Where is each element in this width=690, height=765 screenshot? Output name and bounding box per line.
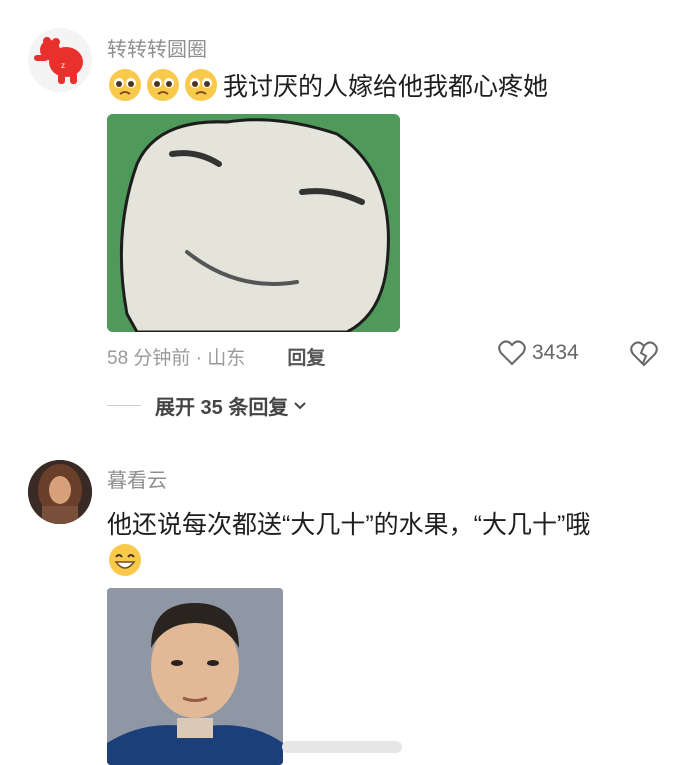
- pleading-face-icon: [109, 69, 141, 101]
- comment-text-content: 我讨厌的人嫁给他我都心疼她: [223, 73, 549, 101]
- avatar[interactable]: z: [28, 28, 92, 92]
- girl-avatar-icon: [28, 460, 92, 524]
- avatar[interactable]: [28, 460, 92, 524]
- time-location: 58 分钟前 · 山东: [107, 348, 246, 369]
- username[interactable]: 暮看云: [107, 464, 167, 493]
- reply-button[interactable]: 回复: [287, 343, 325, 370]
- comment-meta: 58 分钟前 · 山东 回复: [107, 343, 325, 370]
- chevron-down-icon: [294, 401, 307, 409]
- watermark-icon: [282, 741, 402, 753]
- portrait-photo: [107, 588, 283, 765]
- photo-image[interactable]: [107, 588, 283, 765]
- meme-image[interactable]: [107, 114, 400, 332]
- dislike-button[interactable]: [630, 341, 658, 372]
- divider-line: [107, 405, 141, 406]
- comment-text: 我讨厌的人嫁给他我都心疼她: [107, 67, 548, 103]
- red-bear-avatar-icon: z: [28, 28, 92, 92]
- emoji-line: [107, 542, 143, 583]
- username[interactable]: 转转转圆圈: [107, 33, 207, 62]
- like-button[interactable]: 3434: [498, 340, 579, 366]
- grinning-face-icon: [109, 544, 141, 576]
- heart-icon: [498, 340, 526, 366]
- comment-text: 他还说每次都送“大几十”的水果，“大几十”哦: [107, 511, 591, 539]
- meme-face-image: [107, 114, 400, 332]
- svg-text:z: z: [61, 61, 65, 70]
- like-count: 3434: [532, 341, 579, 364]
- pleading-face-icon: [185, 69, 217, 101]
- broken-heart-icon: [630, 341, 658, 367]
- pleading-face-icon: [147, 69, 179, 101]
- expand-replies-button[interactable]: 展开 35 条回复: [107, 391, 307, 420]
- expand-label: 展开 35 条回复: [155, 397, 289, 419]
